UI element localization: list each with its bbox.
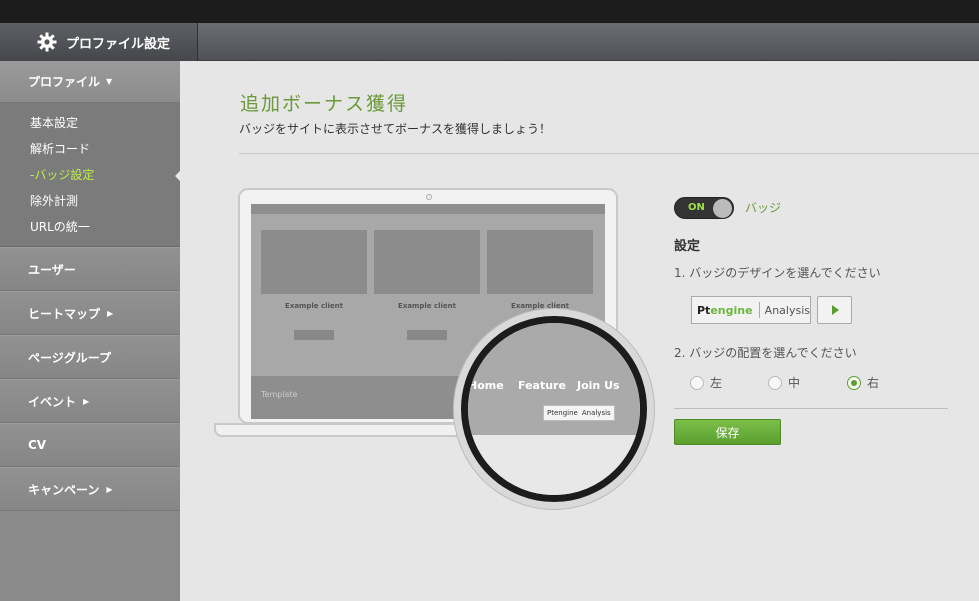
chevron-right-icon: ▶ <box>106 484 113 494</box>
settings-heading: 設定 <box>674 239 701 254</box>
lens-badge-brand: Ptengine <box>547 409 578 417</box>
mock-button <box>294 330 334 340</box>
mock-client-label: Example client <box>398 302 456 310</box>
profile-submenu: 基本設定 解析コード -バッジ設定 除外計測 URLの統一 <box>0 103 180 247</box>
page-title: 追加ボーナス獲得 <box>240 93 409 115</box>
position-label: 左 <box>710 376 723 390</box>
submenu-item-exclusion[interactable]: 除外計測 <box>0 188 180 214</box>
section-title[interactable]: プロファイル設定 <box>0 23 198 61</box>
mock-image <box>374 230 480 294</box>
next-design-button[interactable] <box>817 296 852 324</box>
mock-button <box>407 330 447 340</box>
toggle-knob[interactable] <box>713 199 732 218</box>
position-left-option[interactable]: 左 <box>690 374 722 391</box>
sidebar-item-label: CV <box>28 438 47 452</box>
submenu-item-tracking-code[interactable]: 解析コード <box>0 136 180 162</box>
divider <box>239 153 979 154</box>
mock-client-label: Example client <box>511 302 569 310</box>
position-center-option[interactable]: 中 <box>768 374 800 391</box>
sidebar-item-users[interactable]: ユーザー <box>0 247 180 291</box>
submenu-item-badge[interactable]: -バッジ設定 <box>0 162 180 188</box>
mock-nav-bar <box>251 204 605 214</box>
radio-center[interactable] <box>768 375 782 390</box>
divider <box>674 408 948 409</box>
mock-image <box>261 230 367 294</box>
mock-template-label: Template <box>261 390 298 399</box>
section-title-label: プロファイル設定 <box>66 36 171 52</box>
chevron-right-icon: ▶ <box>107 308 114 318</box>
step1-label: 1. バッジのデザインを選んでください <box>674 266 881 280</box>
main-content: 追加ボーナス獲得 バッジをサイトに表示させてボーナスを獲得しましょう！ Exam… <box>180 61 979 601</box>
sidebar-item-page-group[interactable]: ページグループ <box>0 335 180 379</box>
lens-nav-feature: Feature <box>518 379 566 392</box>
submenu-item-url-merge[interactable]: URLの統一 <box>0 214 180 240</box>
lens-badge: Ptengine Analysis <box>543 405 615 421</box>
gear-icon <box>37 32 57 52</box>
mock-image <box>487 230 593 294</box>
position-label: 右 <box>867 376 880 390</box>
sidebar-item-label: プロファイル <box>28 75 101 89</box>
badge-toggle[interactable]: ON <box>674 197 734 219</box>
submenu-item-basic[interactable]: 基本設定 <box>0 110 180 136</box>
top-bar <box>0 0 979 23</box>
sidebar-item-label: キャンペーン <box>28 482 100 497</box>
page-subtitle: バッジをサイトに表示させてボーナスを獲得しましょう！ <box>239 122 552 136</box>
toggle-state: ON <box>688 202 705 213</box>
header-bar: プロファイル設定 <box>0 23 979 61</box>
chevron-right-icon: ▶ <box>83 396 90 406</box>
lens-nav-home: Home <box>468 379 504 392</box>
badge-text: Analysis <box>764 303 810 317</box>
play-icon <box>832 305 839 315</box>
camera-icon <box>426 194 432 200</box>
lens-lower-area <box>468 435 640 495</box>
sidebar: プロファイル ▼ 基本設定 解析コード -バッジ設定 除外計測 URLの統一 ユ… <box>0 61 180 601</box>
position-label: 中 <box>788 376 801 390</box>
toggle-label: バッジ <box>745 201 782 215</box>
sidebar-item-label: ページグループ <box>28 350 112 365</box>
sidebar-item-profile[interactable]: プロファイル ▼ <box>0 61 180 103</box>
sidebar-item-event[interactable]: イベント ▶ <box>0 379 180 423</box>
save-button[interactable]: 保存 <box>674 419 781 445</box>
radio-right[interactable] <box>847 375 861 390</box>
ptengine-logo: Ptengine <box>697 303 753 317</box>
sidebar-item-label: ヒートマップ <box>28 306 101 321</box>
sidebar-item-cv[interactable]: CV <box>0 423 180 467</box>
sidebar-item-campaign[interactable]: キャンペーン ▶ <box>0 467 180 511</box>
position-right-option[interactable]: 右 <box>847 374 879 391</box>
badge-design-preview[interactable]: Ptengine Analysis <box>691 296 811 324</box>
lens-badge-text: Analysis <box>581 409 611 417</box>
step2-label: 2. バッジの配置を選んでください <box>674 346 857 360</box>
mock-client-label: Example client <box>285 302 343 310</box>
sidebar-item-label: イベント <box>28 394 77 409</box>
sidebar-item-heatmap[interactable]: ヒートマップ ▶ <box>0 291 180 335</box>
magnifier-lens: Home Feature Join Us Ptengine Analysis <box>461 316 647 502</box>
caret-down-icon: ▼ <box>106 77 113 86</box>
lens-nav-join: Join Us <box>577 379 620 392</box>
radio-left[interactable] <box>690 375 704 390</box>
sidebar-item-label: ユーザー <box>28 262 76 277</box>
